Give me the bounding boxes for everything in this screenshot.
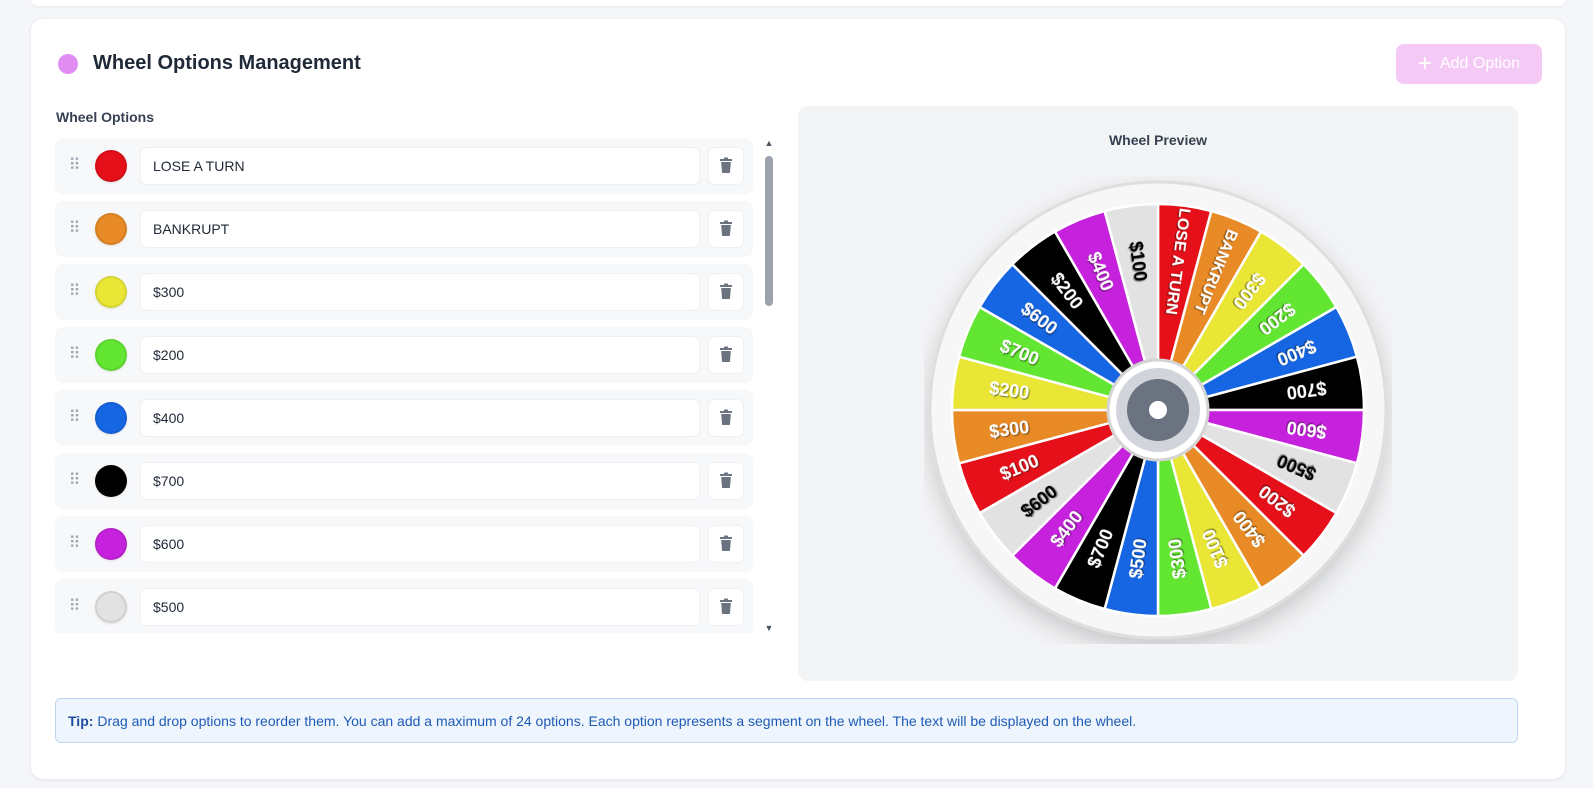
drag-handle-icon[interactable]: ⠿ (67, 283, 81, 301)
wheel-center-dot (1149, 401, 1167, 419)
previous-card-edge (31, 0, 1565, 6)
scroll-down-arrow-icon[interactable]: ▼ (763, 623, 775, 633)
tip-label: Tip: (68, 712, 94, 729)
color-swatch[interactable] (95, 465, 127, 497)
trash-icon (719, 409, 733, 428)
trash-icon (719, 346, 733, 365)
option-text-input[interactable] (140, 588, 700, 626)
option-text-input[interactable] (140, 210, 700, 248)
delete-option-button[interactable] (708, 147, 744, 185)
option-text-input[interactable] (140, 273, 700, 311)
option-text-input[interactable] (140, 525, 700, 563)
plus-icon: + (1417, 50, 1432, 77)
wheel-options-label: Wheel Options (56, 109, 154, 125)
tip-banner: Tip: Drag and drop options to reorder th… (55, 698, 1518, 743)
trash-icon (719, 598, 733, 617)
color-swatch[interactable] (95, 528, 127, 560)
drag-handle-icon[interactable]: ⠿ (67, 472, 81, 490)
trash-icon (719, 535, 733, 554)
drag-handle-icon[interactable]: ⠿ (67, 220, 81, 238)
delete-option-button[interactable] (708, 588, 744, 626)
trash-icon (719, 157, 733, 176)
delete-option-button[interactable] (708, 399, 744, 437)
options-scrollbar[interactable]: ▲ ▼ (763, 138, 775, 633)
option-row[interactable]: ⠿ (55, 138, 753, 194)
color-swatch[interactable] (95, 213, 127, 245)
option-row[interactable]: ⠿ (55, 579, 753, 633)
trash-icon (719, 283, 733, 302)
page-title: Wheel Options Management (93, 52, 361, 74)
option-text-input[interactable] (140, 336, 700, 374)
color-swatch[interactable] (95, 150, 127, 182)
drag-handle-icon[interactable]: ⠿ (67, 598, 81, 616)
drag-handle-icon[interactable]: ⠿ (67, 535, 81, 553)
scroll-thumb[interactable] (765, 156, 773, 306)
option-row[interactable]: ⠿ (55, 390, 753, 446)
option-row[interactable]: ⠿ (55, 516, 753, 572)
options-list[interactable]: ⠿ ⠿ ⠿ ⠿ ⠿ ⠿ ⠿ ⠿ (55, 138, 755, 633)
wheel-graphic[interactable]: LOSE A TURNBANKRUPT$300$200$400$700$600$… (924, 176, 1392, 644)
scroll-up-arrow-icon[interactable]: ▲ (763, 138, 775, 148)
option-text-input[interactable] (140, 399, 700, 437)
drag-handle-icon[interactable]: ⠿ (67, 157, 81, 175)
delete-option-button[interactable] (708, 462, 744, 500)
wheel-preview-panel: Wheel Preview LOSE A TURN BANKRUPT $300 $20… (798, 106, 1518, 681)
delete-option-button[interactable] (708, 336, 744, 374)
option-text-input[interactable] (140, 462, 700, 500)
color-swatch[interactable] (95, 339, 127, 371)
delete-option-button[interactable] (708, 525, 744, 563)
header-accent-dot (58, 54, 78, 74)
delete-option-button[interactable] (708, 273, 744, 311)
option-text-input[interactable] (140, 147, 700, 185)
delete-option-button[interactable] (708, 210, 744, 248)
wheel-preview-title: Wheel Preview (1108, 132, 1208, 148)
option-row[interactable]: ⠿ (55, 201, 753, 257)
tip-text: Drag and drop options to reorder them. Y… (97, 712, 1137, 729)
color-swatch[interactable] (95, 276, 127, 308)
color-swatch[interactable] (95, 402, 127, 434)
add-option-label: Add Option (1439, 55, 1521, 72)
wheel-options-card: Wheel Options Management + Add Option Wh… (31, 19, 1565, 779)
trash-icon (719, 220, 733, 239)
drag-handle-icon[interactable]: ⠿ (67, 346, 81, 364)
trash-icon (719, 472, 733, 491)
color-swatch[interactable] (95, 591, 127, 623)
option-row[interactable]: ⠿ (55, 264, 753, 320)
add-option-button[interactable]: + Add Option (1396, 44, 1542, 84)
option-row[interactable]: ⠿ (55, 327, 753, 383)
option-row[interactable]: ⠿ (55, 453, 753, 509)
drag-handle-icon[interactable]: ⠿ (67, 409, 81, 427)
